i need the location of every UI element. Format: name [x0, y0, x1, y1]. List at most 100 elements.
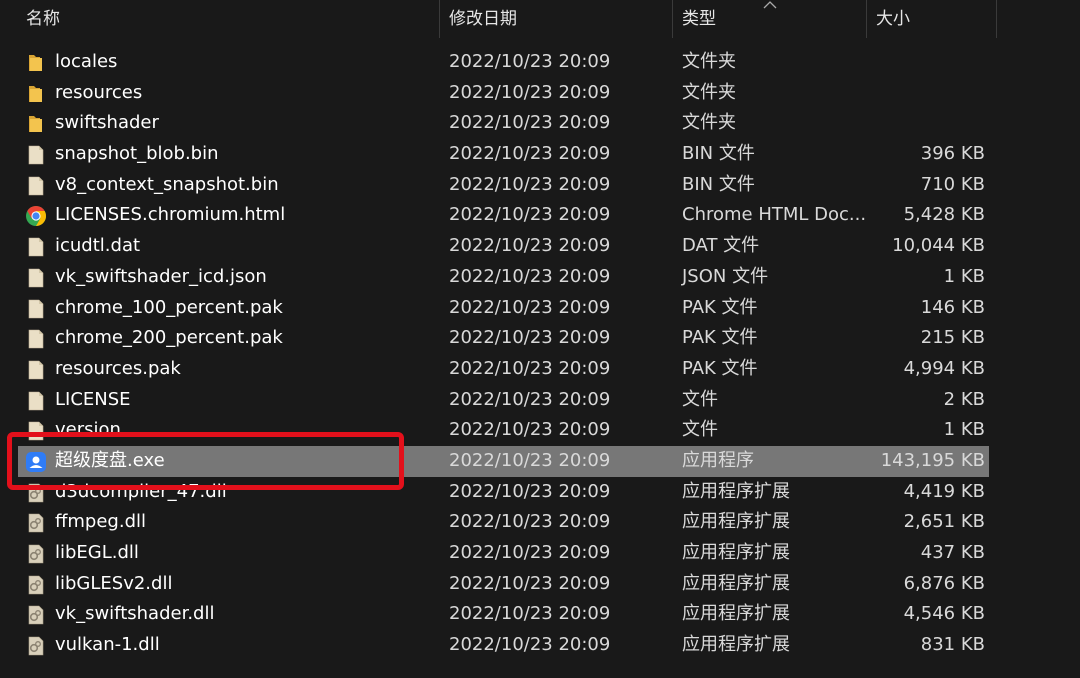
file-modified-date: 2022/10/23 20:09	[449, 51, 611, 72]
file-type: 应用程序扩展	[682, 572, 790, 594]
file-type: 应用程序扩展	[682, 542, 790, 563]
dll-icon	[25, 574, 47, 596]
file-size: 831 KB	[920, 634, 985, 656]
file-modified-date: 2022/10/23 20:09	[449, 511, 611, 533]
file-icon	[25, 359, 47, 381]
file-icon	[25, 175, 47, 197]
file-size: 396 KB	[920, 143, 985, 165]
column-divider[interactable]	[996, 0, 997, 38]
file-icon	[25, 390, 47, 412]
file-row[interactable]: resources.pak 2022/10/23 20:09 PAK 文件 4,994…	[0, 354, 1080, 385]
file-modified-date: 2022/10/23 20:09	[449, 204, 611, 226]
file-name: swiftshader	[55, 112, 159, 134]
file-modified-date: 2022/10/23 20:09	[449, 357, 611, 379]
file-size: 437 KB	[920, 542, 985, 563]
file-modified-date: 2022/10/23 20:09	[449, 327, 611, 349]
file-row[interactable]: v8_context_snapshot.bin 2022/10/23 20:09 B…	[0, 170, 1080, 201]
file-row[interactable]: vulkan-1.dll 2022/10/23 20:09 应用程序扩展 831 KB	[0, 630, 1080, 661]
column-name-header[interactable]: 名称	[26, 0, 60, 38]
folder-icon	[25, 52, 47, 74]
file-row[interactable]: LICENSE 2022/10/23 20:09 文件 2 KB	[0, 385, 1080, 416]
file-modified-date: 2022/10/23 20:09	[449, 235, 611, 257]
file-row[interactable]: vk_swiftshader.dll 2022/10/23 20:09 应用程序扩展…	[0, 599, 1080, 630]
folder-icon	[25, 83, 47, 105]
file-modified-date: 2022/10/23 20:09	[449, 542, 611, 563]
file-name: v8_context_snapshot.bin	[55, 173, 279, 195]
dll-icon	[25, 604, 47, 626]
file-size: 4,419 KB	[903, 480, 985, 502]
file-name: icudtl.dat	[55, 235, 141, 257]
chrome-icon	[25, 205, 47, 227]
file-row[interactable]: snapshot_blob.bin 2022/10/23 20:09 BIN 文件 3…	[0, 139, 1080, 170]
folder-icon	[25, 113, 47, 135]
column-header: 名称 修改日期 类型 大小	[0, 0, 1080, 38]
file-size: 215 KB	[920, 327, 985, 349]
file-modified-date: 2022/10/23 20:09	[449, 634, 611, 656]
file-icon	[25, 267, 47, 289]
file-row[interactable]: chrome_200_percent.pak 2022/10/23 20:09 PA…	[0, 323, 1080, 354]
file-type: 文件	[682, 419, 718, 441]
file-row[interactable]: icudtl.dat 2022/10/23 20:09 DAT 文件 10,044 K…	[0, 231, 1080, 262]
file-size: 2 KB	[943, 388, 985, 410]
file-size: 4,994 KB	[903, 357, 985, 379]
file-modified-date: 2022/10/23 20:09	[449, 603, 611, 625]
file-type: 文件	[682, 388, 718, 410]
file-type: PAK 文件	[682, 357, 758, 379]
file-name: vulkan-1.dll	[55, 634, 160, 656]
highlight-annotation	[7, 432, 404, 490]
file-modified-date: 2022/10/23 20:09	[449, 388, 611, 410]
dll-icon	[25, 512, 47, 534]
file-modified-date: 2022/10/23 20:09	[449, 572, 611, 594]
dll-icon	[25, 635, 47, 657]
file-name: locales	[55, 51, 118, 72]
file-name: resources	[55, 81, 143, 103]
column-divider[interactable]	[866, 0, 867, 38]
file-size	[860, 78, 985, 109]
file-type: 应用程序扩展	[682, 480, 790, 502]
file-row[interactable]: LICENSES.chromium.html 2022/10/23 20:09 Ch…	[0, 200, 1080, 231]
file-list: locales 2022/10/23 20:09 文件夹 resources 2022/…	[0, 47, 1080, 661]
file-size: 4,546 KB	[903, 603, 985, 625]
file-modified-date: 2022/10/23 20:09	[449, 265, 611, 287]
file-name: resources.pak	[55, 357, 181, 379]
file-row[interactable]: vk_swiftshader_icd.json 2022/10/23 20:09 J…	[0, 262, 1080, 293]
file-size: 710 KB	[920, 173, 985, 195]
file-name: chrome_200_percent.pak	[55, 327, 283, 349]
file-modified-date: 2022/10/23 20:09	[449, 296, 611, 318]
file-row[interactable]: resources 2022/10/23 20:09 文件夹	[0, 78, 1080, 109]
file-type: PAK 文件	[682, 327, 758, 349]
file-type: 应用程序扩展	[682, 634, 790, 656]
file-row[interactable]: ffmpeg.dll 2022/10/23 20:09 应用程序扩展 2,651 KB	[0, 507, 1080, 538]
file-row[interactable]: libEGL.dll 2022/10/23 20:09 应用程序扩展 437 KB	[0, 538, 1080, 569]
column-date-header[interactable]: 修改日期	[449, 0, 517, 38]
file-size: 1 KB	[943, 419, 985, 441]
file-type: BIN 文件	[682, 143, 755, 165]
file-row[interactable]: chrome_100_percent.pak 2022/10/23 20:09 PA…	[0, 293, 1080, 324]
file-modified-date: 2022/10/23 20:09	[449, 173, 611, 195]
column-size-header[interactable]: 大小	[876, 0, 910, 38]
file-size: 2,651 KB	[903, 511, 985, 533]
column-divider[interactable]	[672, 0, 673, 38]
file-name: libGLESv2.dll	[55, 572, 173, 594]
column-divider[interactable]	[439, 0, 440, 38]
file-size	[860, 108, 985, 139]
file-icon	[25, 144, 47, 166]
file-name: ffmpeg.dll	[55, 511, 147, 533]
file-row[interactable]: locales 2022/10/23 20:09 文件夹	[0, 47, 1080, 78]
file-size: 1 KB	[943, 265, 985, 287]
file-name: vk_swiftshader.dll	[55, 603, 215, 625]
file-name: vk_swiftshader_icd.json	[55, 265, 267, 287]
file-size: 10,044 KB	[892, 235, 985, 257]
file-modified-date: 2022/10/23 20:09	[449, 419, 611, 441]
file-type: DAT 文件	[682, 235, 760, 257]
file-type: BIN 文件	[682, 173, 755, 195]
column-type-header[interactable]: 类型	[682, 0, 716, 38]
file-row[interactable]: libGLESv2.dll 2022/10/23 20:09 应用程序扩展 6,876…	[0, 569, 1080, 600]
file-row[interactable]: swiftshader 2022/10/23 20:09 文件夹	[0, 108, 1080, 139]
file-type: JSON 文件	[682, 265, 769, 287]
file-type: 文件夹	[682, 112, 736, 134]
file-modified-date: 2022/10/23 20:09	[449, 81, 611, 103]
file-name: libEGL.dll	[55, 542, 139, 563]
file-modified-date: 2022/10/23 20:09	[449, 449, 611, 471]
file-name: chrome_100_percent.pak	[55, 296, 283, 318]
